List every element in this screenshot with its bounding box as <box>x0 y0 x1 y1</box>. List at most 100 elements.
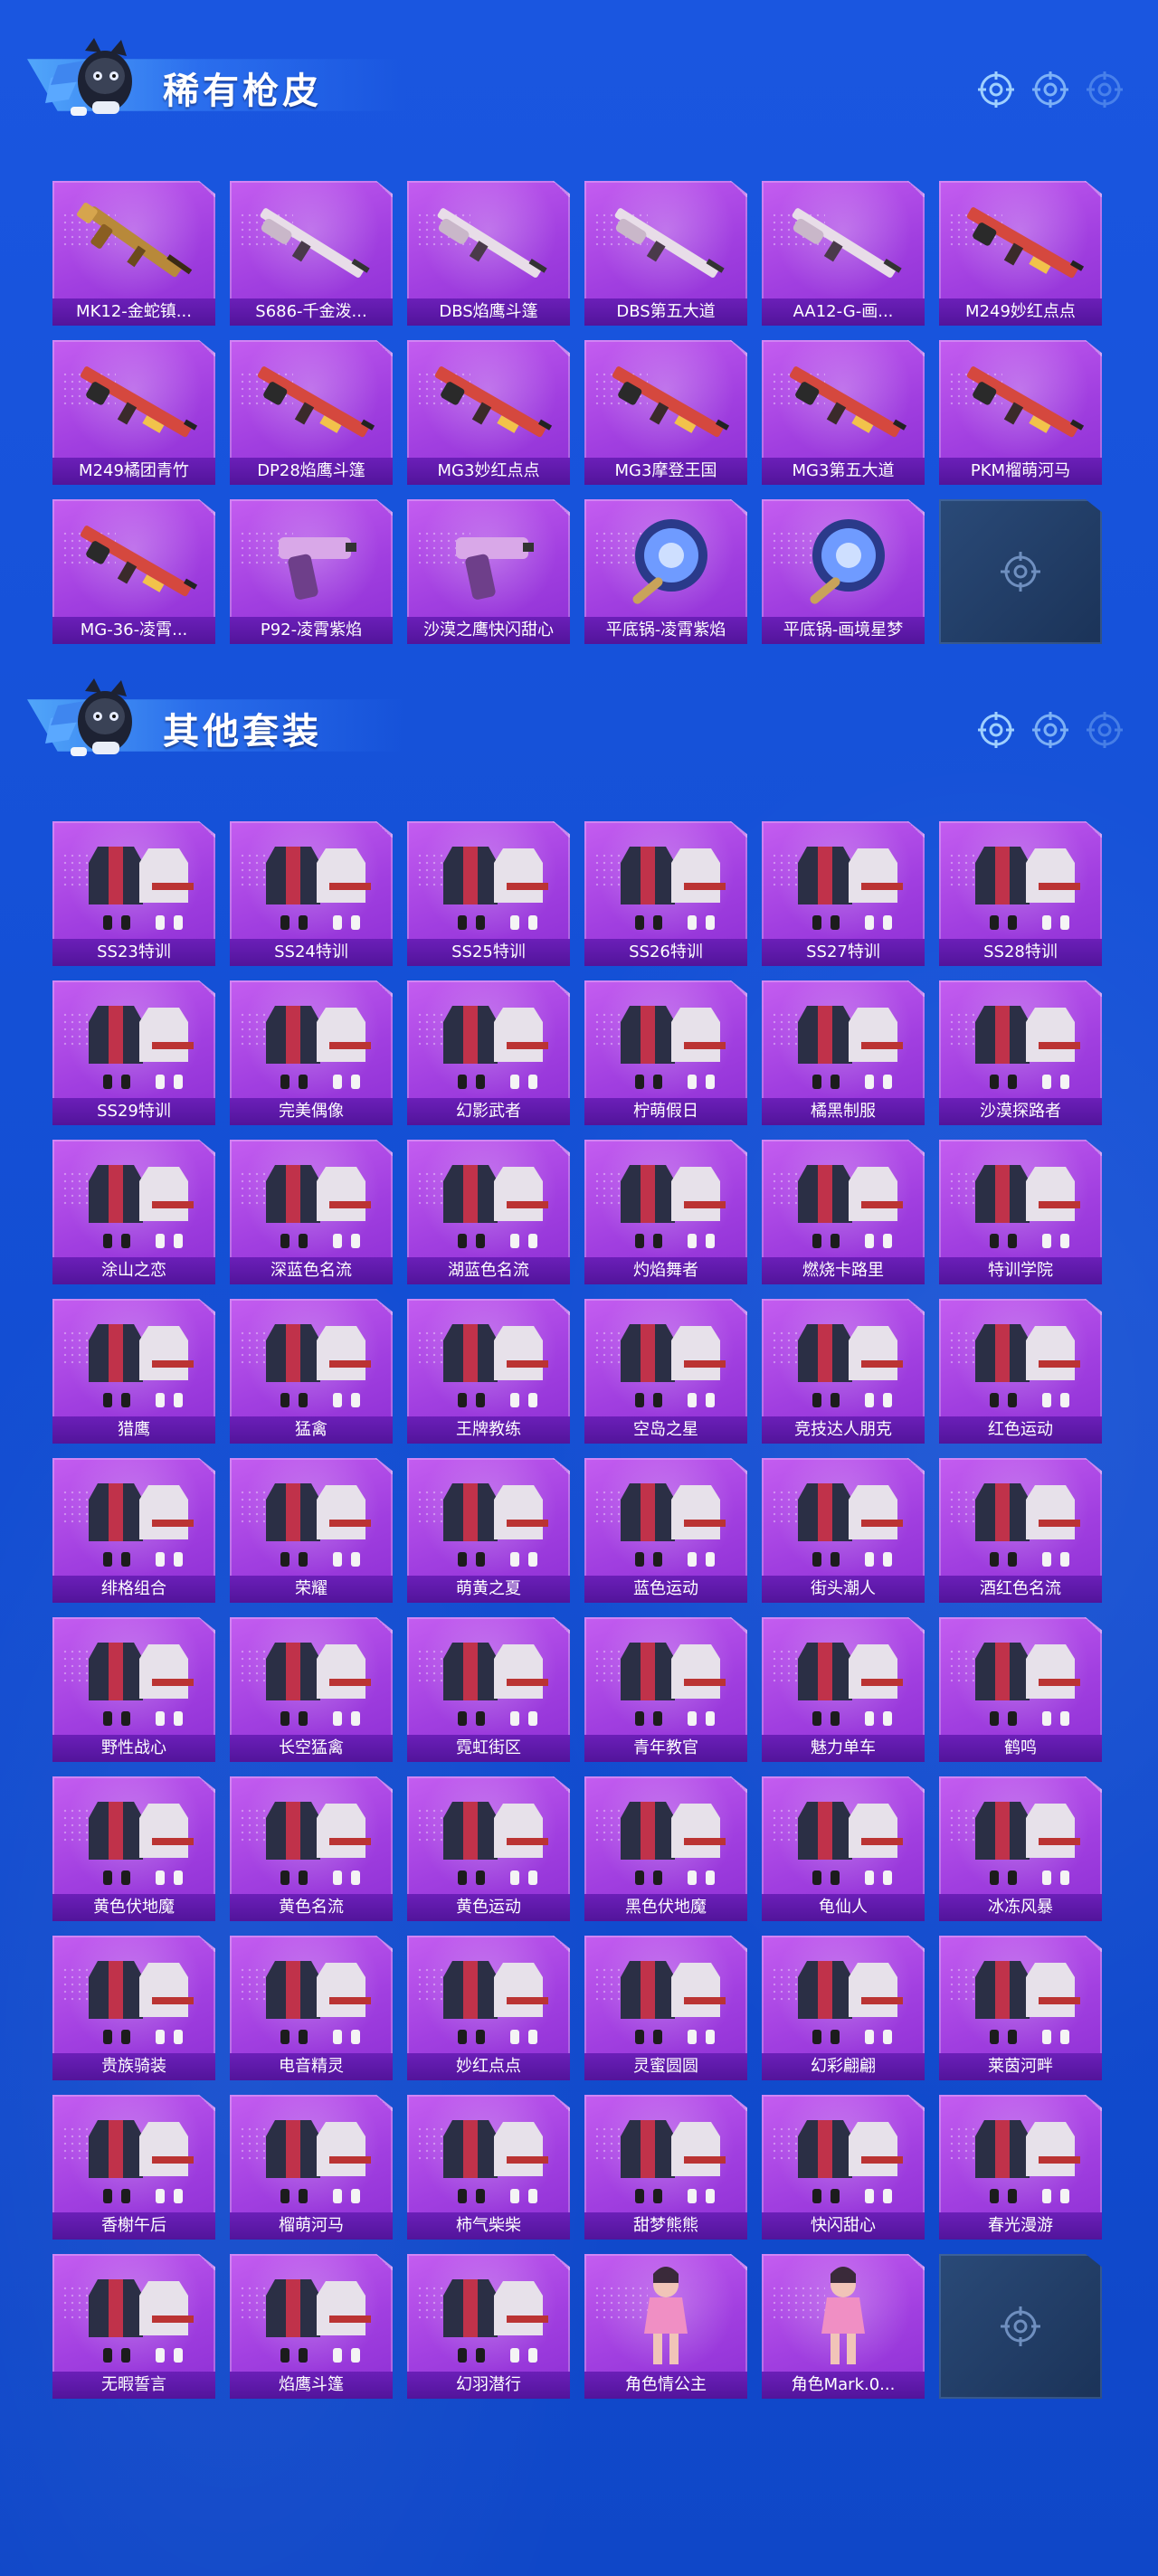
outfit-icon <box>975 1006 1080 1089</box>
outfit-icon <box>443 1483 548 1567</box>
item-card-11[interactable]: PKM榴萌河马 <box>939 340 1102 485</box>
outfit-icon <box>621 1324 726 1407</box>
item-card-8[interactable]: 幻影武者 <box>407 980 570 1125</box>
item-card-12[interactable]: 涂山之恋 <box>52 1140 215 1284</box>
item-card-8[interactable]: MG3妙红点点 <box>407 340 570 485</box>
item-card-27[interactable]: 蓝色运动 <box>584 1458 747 1603</box>
item-card-32[interactable]: 霓虹街区 <box>407 1617 570 1762</box>
item-card-12[interactable]: MG-36-凌霄... <box>52 499 215 644</box>
item-card-9[interactable]: 柠萌假日 <box>584 980 747 1125</box>
item-card-52[interactable]: 快闪甜心 <box>762 2095 925 2240</box>
item-card-54[interactable]: 无暇誓言 <box>52 2254 215 2399</box>
item-card-46[interactable]: 幻彩翩翩 <box>762 1936 925 2080</box>
item-card-33[interactable]: 青年教官 <box>584 1617 747 1762</box>
outfit-icon <box>621 1643 726 1726</box>
item-card-22[interactable]: 竞技达人朋克 <box>762 1299 925 1444</box>
item-card-37[interactable]: 黄色名流 <box>230 1776 393 1921</box>
item-label: 长空猛禽 <box>230 1735 393 1762</box>
item-card-20[interactable]: 王牌教练 <box>407 1299 570 1444</box>
item-card-15[interactable]: 灼焰舞者 <box>584 1140 747 1284</box>
item-card-1[interactable]: SS24特训 <box>230 821 393 966</box>
item-card-35[interactable]: 鹤鸣 <box>939 1617 1102 1762</box>
item-card-3[interactable]: SS26特训 <box>584 821 747 966</box>
item-card-4[interactable]: SS27特训 <box>762 821 925 966</box>
item-card-3[interactable]: DBS第五大道 <box>584 181 747 326</box>
item-card-0[interactable]: SS23特训 <box>52 821 215 966</box>
item-card-34[interactable]: 魅力单车 <box>762 1617 925 1762</box>
item-card-0[interactable]: MK12-金蛇镇... <box>52 181 215 326</box>
item-card-39[interactable]: 黑色伏地魔 <box>584 1776 747 1921</box>
item-label: SS29特训 <box>52 1098 215 1125</box>
item-label: 幻影武者 <box>407 1098 570 1125</box>
item-card-14[interactable]: 湖蓝色名流 <box>407 1140 570 1284</box>
item-card-1[interactable]: S686-千金泼... <box>230 181 393 326</box>
item-card-25[interactable]: 荣耀 <box>230 1458 393 1603</box>
item-card-18[interactable]: 猎鹰 <box>52 1299 215 1444</box>
outfit-icon <box>443 1802 548 1885</box>
item-label: 柠萌假日 <box>584 1098 747 1125</box>
item-card-6[interactable]: M249橘团青竹 <box>52 340 215 485</box>
item-card-42[interactable]: 贵族骑装 <box>52 1936 215 2080</box>
item-card-55[interactable]: 焰鹰斗篷 <box>230 2254 393 2399</box>
item-card-15[interactable]: 平底锅-凌霄紫焰 <box>584 499 747 644</box>
item-card-4[interactable]: AA12-G-画... <box>762 181 925 326</box>
item-card-49[interactable]: 榴萌河马 <box>230 2095 393 2240</box>
item-card-24[interactable]: 绯格组合 <box>52 1458 215 1603</box>
item-card-5[interactable]: M249妙红点点 <box>939 181 1102 326</box>
item-card-2[interactable]: DBS焰鹰斗篷 <box>407 181 570 326</box>
item-card-23[interactable]: 红色运动 <box>939 1299 1102 1444</box>
item-card-56[interactable]: 幻羽潜行 <box>407 2254 570 2399</box>
item-label: 无暇誓言 <box>52 2372 215 2399</box>
item-card-58[interactable]: 角色Mark.0... <box>762 2254 925 2399</box>
item-card-53[interactable]: 春光漫游 <box>939 2095 1102 2240</box>
item-card-2[interactable]: SS25特训 <box>407 821 570 966</box>
outfit-icon <box>798 1961 903 2044</box>
outfit-icon <box>89 2120 194 2203</box>
item-card-36[interactable]: 黄色伏地魔 <box>52 1776 215 1921</box>
item-card-16[interactable]: 平底锅-画境星梦 <box>762 499 925 644</box>
item-card-16[interactable]: 燃烧卡路里 <box>762 1140 925 1284</box>
item-card-29[interactable]: 酒红色名流 <box>939 1458 1102 1603</box>
item-card-9[interactable]: MG3摩登王国 <box>584 340 747 485</box>
item-card-44[interactable]: 妙红点点 <box>407 1936 570 2080</box>
item-card-30[interactable]: 野性战心 <box>52 1617 215 1762</box>
item-card-14[interactable]: 沙漠之鹰快闪甜心 <box>407 499 570 644</box>
item-card-51[interactable]: 甜梦熊熊 <box>584 2095 747 2240</box>
item-label: 竞技达人朋克 <box>762 1416 925 1444</box>
item-card-50[interactable]: 柿气柴柴 <box>407 2095 570 2240</box>
outfit-icon <box>89 1483 194 1567</box>
outfit-icon <box>266 1324 371 1407</box>
item-card-45[interactable]: 灵蜜圆圆 <box>584 1936 747 2080</box>
item-card-31[interactable]: 长空猛禽 <box>230 1617 393 1762</box>
item-card-5[interactable]: SS28特训 <box>939 821 1102 966</box>
item-label: MG3妙红点点 <box>407 458 570 485</box>
outfit-icon <box>975 847 1080 930</box>
item-card-47[interactable]: 莱茵河畔 <box>939 1936 1102 2080</box>
item-card-21[interactable]: 空岛之星 <box>584 1299 747 1444</box>
item-card-11[interactable]: 沙漠探路者 <box>939 980 1102 1125</box>
item-card-10[interactable]: 橘黑制服 <box>762 980 925 1125</box>
item-card-43[interactable]: 电音精灵 <box>230 1936 393 2080</box>
outfit-icon <box>621 1483 726 1567</box>
shotgun-icon <box>792 208 902 278</box>
item-card-13[interactable]: 深蓝色名流 <box>230 1140 393 1284</box>
item-card-40[interactable]: 龟仙人 <box>762 1776 925 1921</box>
item-card-26[interactable]: 萌黄之夏 <box>407 1458 570 1603</box>
item-card-7[interactable]: DP28焰鹰斗篷 <box>230 340 393 485</box>
item-card-10[interactable]: MG3第五大道 <box>762 340 925 485</box>
crosshair-icon <box>1087 712 1123 748</box>
item-card-57[interactable]: 角色情公主 <box>584 2254 747 2399</box>
outfit-icon <box>975 1165 1080 1248</box>
item-card-48[interactable]: 香榭午后 <box>52 2095 215 2240</box>
item-card-19[interactable]: 猛禽 <box>230 1299 393 1444</box>
item-card-41[interactable]: 冰冻风暴 <box>939 1776 1102 1921</box>
item-label: 野性战心 <box>52 1735 215 1762</box>
item-card-17[interactable]: 特训学院 <box>939 1140 1102 1284</box>
item-card-7[interactable]: 完美偶像 <box>230 980 393 1125</box>
item-card-38[interactable]: 黄色运动 <box>407 1776 570 1921</box>
item-card-28[interactable]: 街头潮人 <box>762 1458 925 1603</box>
item-card-6[interactable]: SS29特训 <box>52 980 215 1125</box>
item-card-13[interactable]: P92-凌霄紫焰 <box>230 499 393 644</box>
outfit-icon <box>443 1324 548 1407</box>
item-label: 完美偶像 <box>230 1098 393 1125</box>
